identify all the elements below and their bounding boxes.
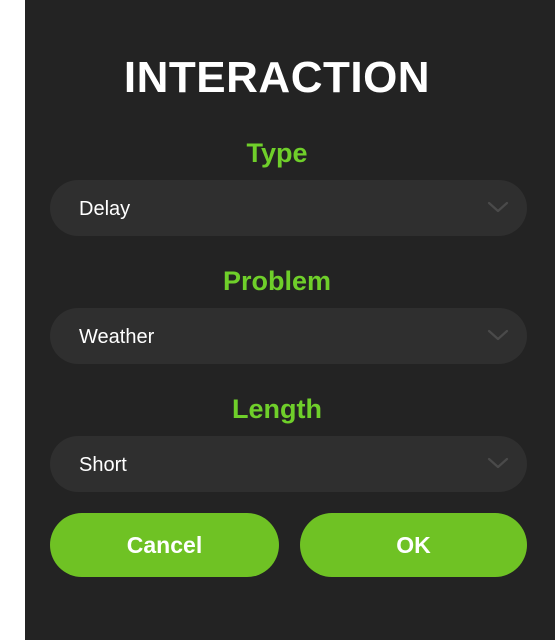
- chevron-down-icon: [487, 201, 509, 213]
- problem-label: Problem: [222, 266, 332, 296]
- length-label: Length: [232, 394, 322, 424]
- chevron-down-icon: [487, 457, 509, 469]
- length-select[interactable]: Short: [50, 436, 527, 492]
- cancel-button[interactable]: Cancel: [50, 513, 279, 577]
- ok-button[interactable]: OK: [300, 513, 527, 577]
- problem-select-value: Weather: [79, 326, 155, 348]
- type-label: Type: [246, 138, 308, 168]
- interaction-dialog: INTERACTION Type Delay Problem Weather L…: [25, 0, 555, 640]
- dialog-title: INTERACTION: [123, 53, 431, 102]
- type-select[interactable]: Delay: [50, 180, 527, 236]
- length-select-value: Short: [79, 454, 127, 476]
- type-select-value: Delay: [79, 198, 131, 220]
- chevron-down-icon: [487, 329, 509, 341]
- problem-select[interactable]: Weather: [50, 308, 527, 364]
